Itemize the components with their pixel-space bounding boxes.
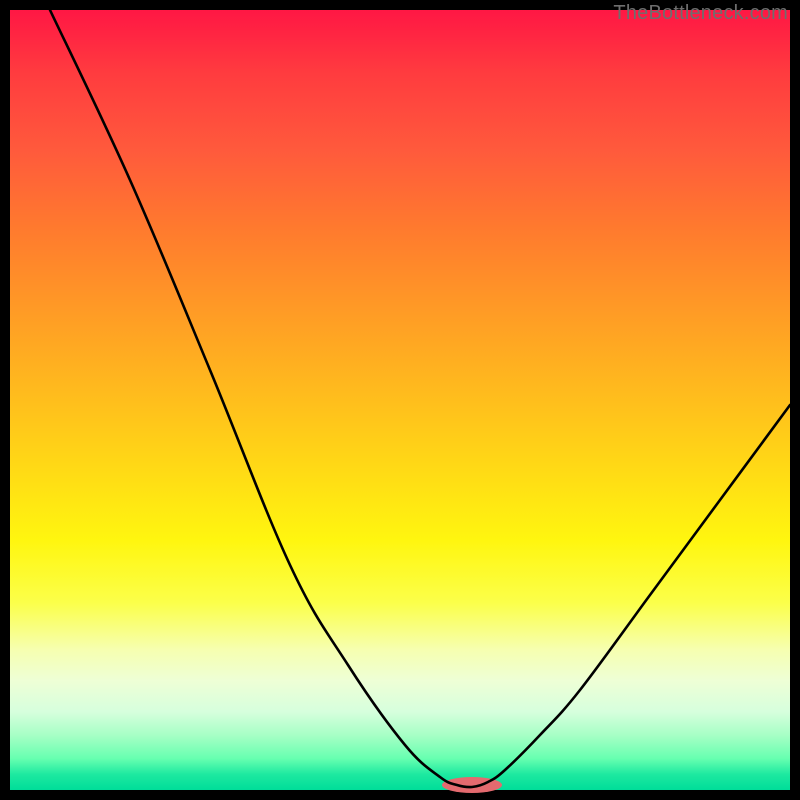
curve-layer (10, 10, 790, 790)
chart-frame: TheBottleneck.com (0, 0, 800, 800)
bottleneck-curve (50, 10, 790, 787)
plot-area: TheBottleneck.com (10, 10, 790, 790)
